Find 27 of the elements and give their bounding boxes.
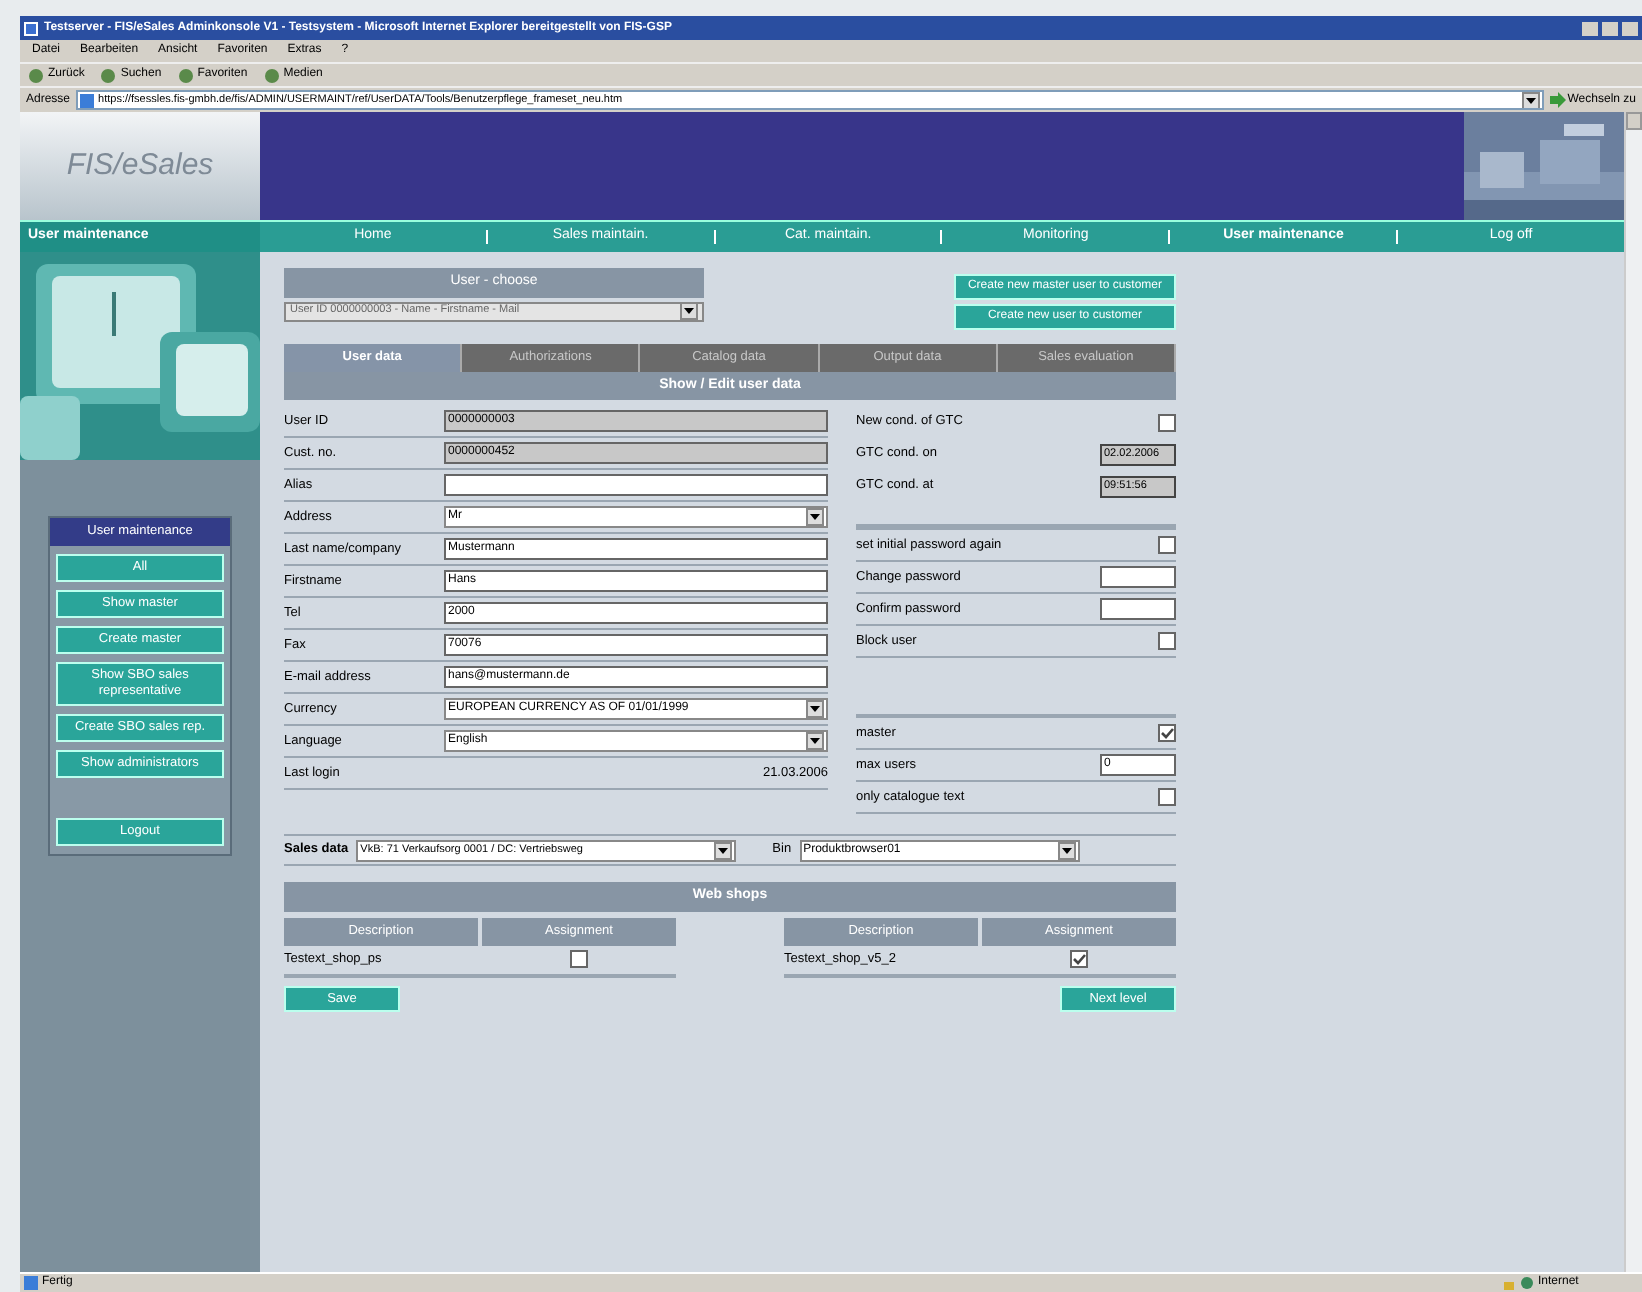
window-controls-icon — [1582, 19, 1638, 37]
checkbox[interactable] — [1158, 788, 1176, 807]
input-field[interactable] — [444, 474, 828, 497]
dropdown-arrow-icon — [1057, 841, 1076, 860]
globe-icon — [1520, 1276, 1534, 1290]
input-field[interactable] — [1100, 566, 1176, 589]
page-icon — [80, 93, 95, 107]
app-icon — [24, 21, 38, 35]
dropdown-arrow-icon — [680, 302, 698, 320]
checkbox[interactable] — [1158, 724, 1176, 743]
dropdown-arrow-icon — [806, 732, 824, 751]
checkbox[interactable] — [1158, 632, 1176, 651]
page-icon — [24, 1276, 38, 1290]
checkbox[interactable] — [1158, 536, 1176, 555]
checkbox[interactable] — [1158, 413, 1176, 432]
checkbox[interactable] — [1070, 950, 1088, 968]
input-field[interactable] — [1100, 598, 1176, 621]
dropdown-arrow-icon — [806, 508, 824, 527]
check-icon — [1072, 952, 1086, 966]
dropdown-arrow-icon — [806, 700, 824, 719]
logo-text: FIS/eSales — [66, 145, 214, 186]
dropdown-arrow-icon — [714, 841, 733, 860]
go-arrow-icon — [1549, 92, 1566, 108]
scrollbar[interactable] — [1624, 112, 1642, 1272]
checkbox[interactable] — [570, 950, 588, 968]
dropdown-arrow-icon — [1521, 92, 1540, 108]
check-icon — [1160, 726, 1174, 741]
